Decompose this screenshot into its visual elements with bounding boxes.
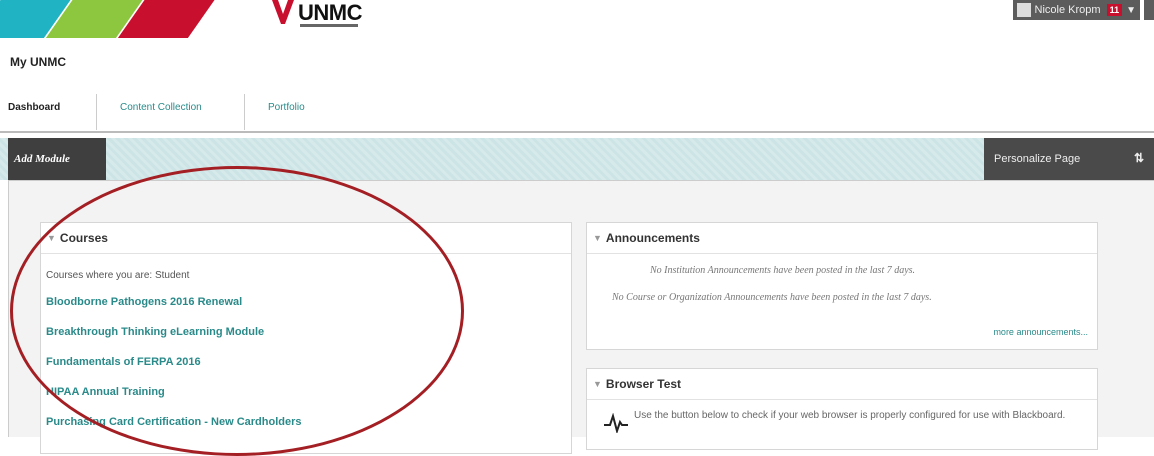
announcements-header[interactable]: ▼ Announcements [587,223,1097,254]
avatar [1016,3,1031,17]
user-name: Nicole Kropm [1034,4,1101,16]
browser-test-title: Browser Test [605,377,682,391]
tab-bar: Dashboard Content Collection Portfolio [0,88,1154,133]
tab-content-collection[interactable]: Content Collection [120,102,202,113]
divider [244,94,245,130]
brand-name: UNMC [298,0,363,25]
course-link[interactable]: Breakthrough Thinking eLearning Module [46,326,264,338]
course-link[interactable]: HIPAA Annual Training [46,386,165,398]
page-title: My UNMC [10,55,66,69]
course-link[interactable]: Purchasing Card Certification - New Card… [46,416,302,428]
logo-subtitle-bar [300,24,358,27]
unmc-shield-icon [272,0,294,24]
institution-announcement-text: No Institution Announcements have been p… [650,265,916,276]
add-module-button[interactable]: Add Module [8,138,106,180]
courses-header[interactable]: ▼ Courses [41,223,571,254]
courses-subtitle: Courses where you are: Student [46,270,190,281]
browser-test-description: Use the button below to check if your we… [634,410,1066,421]
announcements-title: Announcements [605,231,700,245]
user-menu[interactable]: Nicole Kropm 11 ▼ [1012,0,1154,20]
personalize-page-button[interactable]: Personalize Page ⇅ [984,138,1154,180]
personalize-label: Personalize Page [994,153,1081,165]
logout-button[interactable] [1144,0,1154,20]
course-link[interactable]: Fundamentals of FERPA 2016 [46,356,201,368]
tab-dashboard[interactable]: Dashboard [8,102,60,113]
action-bar: Add Module Personalize Page ⇅ [0,138,1154,180]
course-link[interactable]: Bloodborne Pathogens 2016 Renewal [46,296,242,308]
divider [96,94,97,130]
top-header: UNMC Nicole Kropm 11 ▼ [0,0,1154,38]
tab-portfolio[interactable]: Portfolio [268,102,305,113]
browser-test-header[interactable]: ▼ Browser Test [587,369,1097,400]
collapse-triangle-icon[interactable]: ▼ [47,233,56,243]
brand-stripes [0,0,230,38]
sort-icon[interactable]: ⇅ [1134,151,1144,165]
more-announcements-link[interactable]: more announcements... [993,327,1088,337]
notification-badge[interactable]: 11 [1106,4,1123,16]
chevron-down-icon[interactable]: ▼ [1126,5,1136,16]
courses-title: Courses [59,231,108,245]
collapse-triangle-icon[interactable]: ▼ [593,379,602,389]
unmc-logo[interactable]: UNMC [270,0,363,30]
user-box[interactable]: Nicole Kropm 11 ▼ [1012,0,1140,20]
heartbeat-icon [604,413,628,433]
course-announcement-text: No Course or Organization Announcements … [612,292,932,303]
tab-underline [0,131,1154,133]
collapse-triangle-icon[interactable]: ▼ [593,233,602,243]
